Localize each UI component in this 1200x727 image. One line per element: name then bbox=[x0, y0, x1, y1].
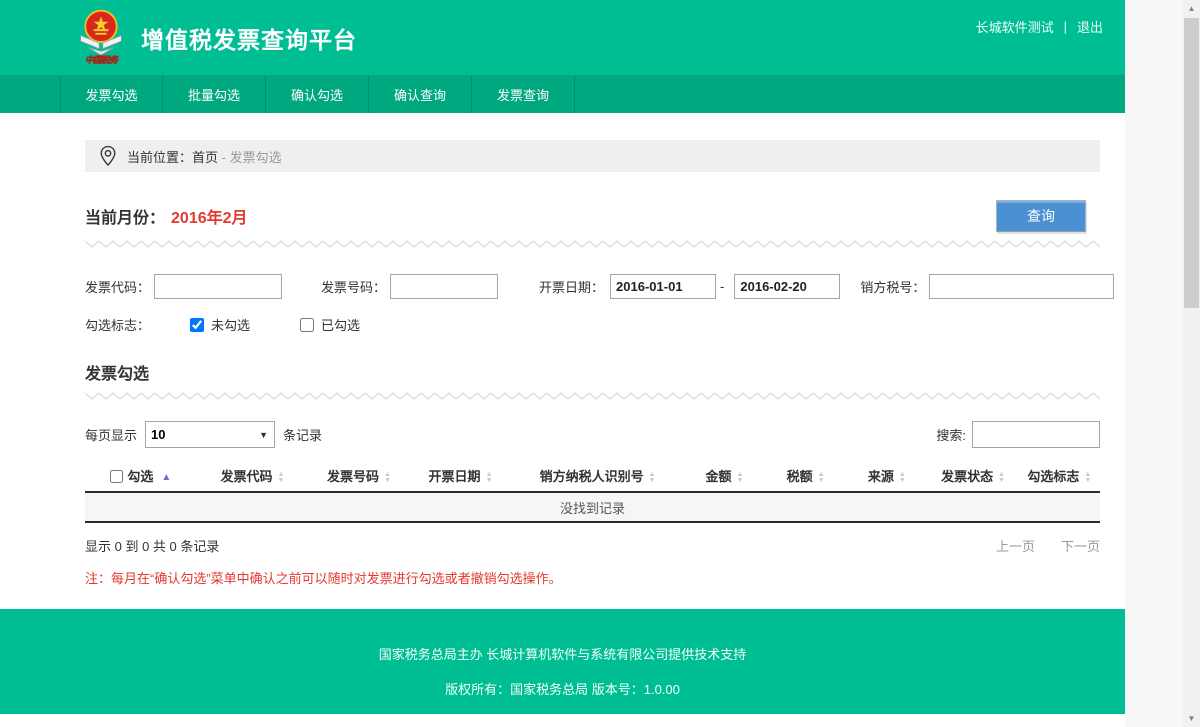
breadcrumb-home[interactable]: 首页 bbox=[192, 150, 218, 165]
nav-tab-invoice-query[interactable]: 发票查询 bbox=[472, 75, 575, 113]
page-size-select[interactable]: 10 bbox=[145, 421, 275, 448]
app-title: 增值税发票查询平台 bbox=[141, 21, 357, 55]
breadcrumb-separator: - bbox=[222, 150, 226, 165]
logo-caption: 中国税务 bbox=[85, 53, 117, 66]
sort-both-icon: ▲▼ bbox=[899, 472, 906, 484]
flag-checked-checkbox[interactable] bbox=[300, 318, 314, 332]
column-header-source[interactable]: 来源▲▼ bbox=[846, 460, 927, 492]
previous-page-button[interactable]: 上一页 bbox=[996, 536, 1035, 555]
footer-sponsor-line: 国家税务总局主办 长城计算机软件与系统有限公司提供技术支持 bbox=[0, 609, 1125, 663]
search-label: 搜索: bbox=[936, 425, 966, 444]
invoice-date-to-input[interactable] bbox=[734, 274, 840, 299]
scrollbar-thumb[interactable] bbox=[1184, 18, 1199, 308]
sort-both-icon: ▲▼ bbox=[818, 472, 825, 484]
location-pin-icon bbox=[99, 145, 117, 167]
current-month-value: 2016年2月 bbox=[171, 210, 248, 227]
vertical-scrollbar[interactable]: ▲ ▼ bbox=[1183, 0, 1200, 727]
table-header-row: 勾选▲ 发票代码▲▼ 发票号码▲▼ 开票日期▲▼ 销方纳税人识别号▲▼ 金额▲▼… bbox=[85, 460, 1100, 492]
flag-checked-label: 已勾选 bbox=[321, 315, 360, 334]
query-button[interactable]: 查询 bbox=[996, 200, 1086, 232]
sort-both-icon: ▲▼ bbox=[649, 472, 656, 484]
seller-tax-id-label: 销方税号： bbox=[860, 277, 925, 296]
invoice-table: 勾选▲ 发票代码▲▼ 发票号码▲▼ 开票日期▲▼ 销方纳税人识别号▲▼ 金额▲▼… bbox=[85, 460, 1100, 523]
column-header-invoice-number[interactable]: 发票号码▲▼ bbox=[308, 460, 410, 492]
breadcrumb: 当前位置：首页 - 发票勾选 bbox=[85, 140, 1100, 172]
filter-row: 发票代码： 发票号码： 开票日期： - 销方税号： bbox=[85, 274, 1100, 299]
invoice-code-label: 发票代码： bbox=[85, 277, 150, 296]
column-header-seller-taxpayer-id[interactable]: 销方纳税人识别号▲▼ bbox=[511, 460, 684, 492]
invoice-date-from-input[interactable] bbox=[610, 274, 716, 299]
nav-tab-invoice-check[interactable]: 发票勾选 bbox=[60, 75, 163, 113]
main-content: 当前位置：首页 - 发票勾选 当前月份： 2016年2月 查询 bbox=[0, 140, 1125, 609]
search-input[interactable] bbox=[972, 421, 1100, 448]
page-size-prefix-label: 每页显示 bbox=[85, 425, 137, 444]
sort-both-icon: ▲▼ bbox=[1084, 472, 1091, 484]
breadcrumb-prefix: 当前位置： bbox=[127, 150, 192, 165]
sort-both-icon: ▲▼ bbox=[278, 472, 285, 484]
table-footer: 显示 0 到 0 共 0 条记录 上一页 下一页 bbox=[85, 536, 1100, 555]
column-header-tax[interactable]: 税额▲▼ bbox=[765, 460, 846, 492]
zigzag-divider bbox=[85, 391, 1100, 401]
page-size-suffix-label: 条记录 bbox=[283, 425, 322, 444]
flag-unchecked-checkbox[interactable] bbox=[190, 318, 204, 332]
nav-tab-batch-check[interactable]: 批量勾选 bbox=[163, 75, 266, 113]
nav-tab-confirm-query[interactable]: 确认查询 bbox=[369, 75, 472, 113]
column-header-invoice-date[interactable]: 开票日期▲▼ bbox=[410, 460, 512, 492]
column-header-invoice-status[interactable]: 发票状态▲▼ bbox=[927, 460, 1018, 492]
sort-both-icon: ▲▼ bbox=[998, 472, 1005, 484]
browser-viewport: 中国税务 增值税发票查询平台 长城软件测试 | 退出 发票勾选 批量勾选 确认勾… bbox=[0, 0, 1200, 727]
records-summary: 显示 0 到 0 共 0 条记录 bbox=[85, 536, 219, 555]
sort-both-icon: ▲▼ bbox=[486, 472, 493, 484]
china-tax-logo-icon: 中国税务 bbox=[75, 7, 127, 69]
user-account-link[interactable]: 长城软件测试 bbox=[976, 17, 1054, 36]
column-header-invoice-code[interactable]: 发票代码▲▼ bbox=[197, 460, 309, 492]
column-header-check-flag[interactable]: 勾选标志▲▼ bbox=[1019, 460, 1100, 492]
seller-tax-id-input[interactable] bbox=[929, 274, 1114, 299]
current-month-row: 当前月份： 2016年2月 查询 bbox=[85, 200, 1100, 232]
scroll-up-icon[interactable]: ▲ bbox=[1183, 0, 1200, 17]
monthly-confirm-note: 注：每月在“确认勾选”菜单中确认之前可以随时对发票进行勾选或者撤销勾选操作。 bbox=[85, 568, 1100, 609]
section-title: 发票勾选 bbox=[85, 360, 1100, 384]
sort-ascending-icon: ▲ bbox=[161, 472, 171, 483]
app-footer: 国家税务总局主办 长城计算机软件与系统有限公司提供技术支持 版权所有：国家税务总… bbox=[0, 609, 1125, 714]
invoice-code-input[interactable] bbox=[154, 274, 282, 299]
app-header: 中国税务 增值税发票查询平台 长城软件测试 | 退出 bbox=[0, 0, 1125, 75]
invoice-date-label: 开票日期： bbox=[539, 277, 604, 296]
column-header-amount[interactable]: 金额▲▼ bbox=[684, 460, 765, 492]
logout-link[interactable]: 退出 bbox=[1077, 17, 1103, 36]
zigzag-divider bbox=[85, 239, 1100, 249]
header-link-divider: | bbox=[1064, 19, 1067, 34]
table-empty-row: 没找到记录 bbox=[85, 492, 1100, 522]
column-header-check[interactable]: 勾选▲ bbox=[85, 460, 197, 492]
nav-tab-confirm-check[interactable]: 确认勾选 bbox=[266, 75, 369, 113]
no-records-message: 没找到记录 bbox=[85, 492, 1100, 522]
flag-unchecked-label: 未勾选 bbox=[211, 315, 250, 334]
table-toolbar: 每页显示 10 ▼ 条记录 搜索: bbox=[85, 421, 1100, 448]
flag-filter-row: 勾选标志： 未勾选 已勾选 bbox=[85, 315, 1100, 334]
header-links: 长城软件测试 | 退出 bbox=[976, 17, 1103, 36]
scroll-down-icon[interactable]: ▼ bbox=[1183, 710, 1200, 727]
sort-both-icon: ▲▼ bbox=[736, 472, 743, 484]
invoice-number-label: 发票号码： bbox=[321, 277, 386, 296]
invoice-number-input[interactable] bbox=[390, 274, 498, 299]
next-page-button[interactable]: 下一页 bbox=[1061, 536, 1100, 555]
date-range-separator: - bbox=[720, 279, 724, 294]
main-nav: 发票勾选 批量勾选 确认勾选 确认查询 发票查询 bbox=[0, 75, 1125, 113]
select-all-checkbox[interactable] bbox=[110, 470, 123, 483]
current-month-label: 当前月份： bbox=[85, 210, 165, 227]
page: 中国税务 增值税发票查询平台 长城软件测试 | 退出 发票勾选 批量勾选 确认勾… bbox=[0, 0, 1125, 727]
sort-both-icon: ▲▼ bbox=[384, 472, 391, 484]
flag-filter-label: 勾选标志： bbox=[85, 315, 150, 334]
breadcrumb-current: 发票勾选 bbox=[230, 150, 282, 165]
pagination: 上一页 下一页 bbox=[996, 536, 1100, 555]
footer-copyright-line: 版权所有：国家税务总局 版本号：1.0.00 bbox=[0, 679, 1125, 698]
